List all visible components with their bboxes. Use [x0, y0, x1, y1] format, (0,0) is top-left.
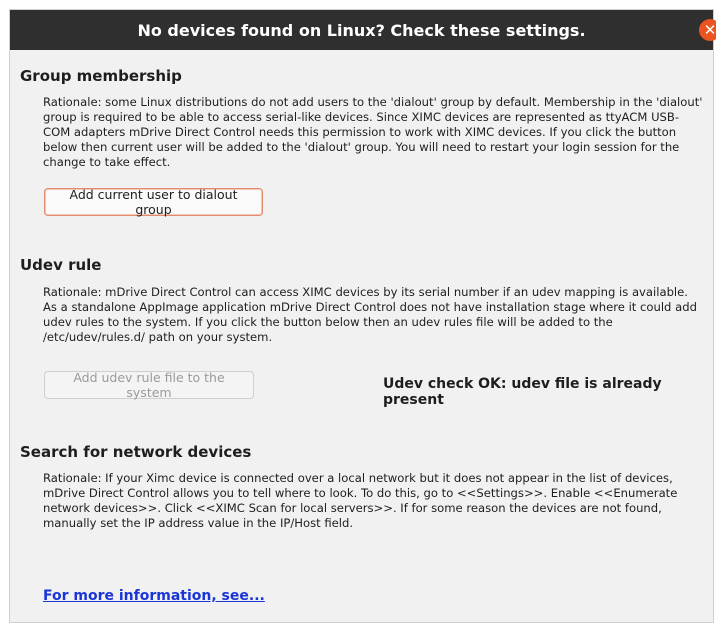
more-information-link[interactable]: For more information, see... [43, 588, 265, 604]
dialog-titlebar: No devices found on Linux? Check these s… [10, 10, 716, 50]
close-icon[interactable]: ✕ [699, 19, 716, 41]
udev-rule-rationale: Rationale: mDrive Direct Control can acc… [43, 285, 697, 344]
udev-rule-heading: Udev rule [20, 256, 102, 274]
add-udev-rule-button: Add udev rule file to the system [44, 370, 254, 400]
group-membership-rationale: Rationale: some Linux distributions do n… [43, 95, 703, 169]
add-dialout-group-button[interactable]: Add current user to dialout group [44, 187, 263, 217]
dialog-title: No devices found on Linux? Check these s… [137, 20, 586, 40]
network-devices-rationale: Rationale: If your Ximc device is connec… [43, 471, 678, 530]
udev-status-text: Udev check OK: udev file is already pres… [383, 376, 662, 408]
dialog-window: No devices found on Linux? Check these s… [10, 10, 716, 622]
network-devices-heading: Search for network devices [20, 443, 252, 461]
group-membership-heading: Group membership [20, 67, 182, 85]
